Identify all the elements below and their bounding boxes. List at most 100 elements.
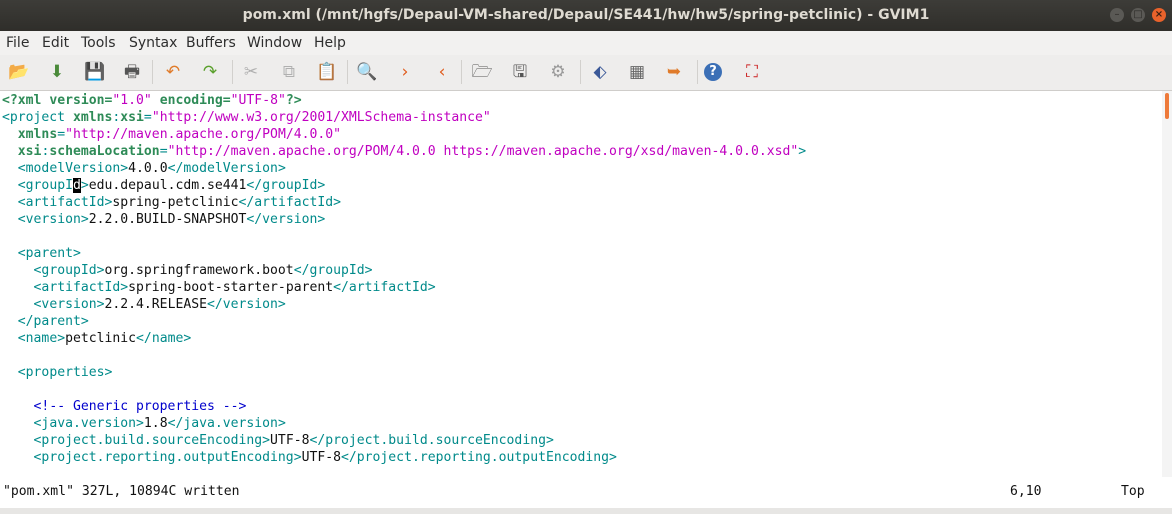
menu-window[interactable]: Window <box>247 35 302 51</box>
editor-text-area[interactable]: <?xml version="1.0" encoding="UTF-8"?> <p… <box>0 91 1162 477</box>
command-line[interactable]: "pom.xml" 327L, 10894C written 6,10 Top <box>0 477 1172 508</box>
undo-icon[interactable]: ↶ <box>162 61 184 83</box>
code-line: <groupId>edu.depaul.cdm.se441</groupId> <box>2 177 325 194</box>
toolbar-separator <box>461 60 462 84</box>
code-token: xmlns <box>17 127 58 142</box>
code-token: "1.0" <box>112 93 152 108</box>
code-token: = <box>222 93 231 108</box>
code-token: <!-- Generic properties --> <box>33 399 247 414</box>
status-message: "pom.xml" 327L, 10894C written <box>3 484 240 499</box>
code-token: UTF-8 <box>270 433 310 448</box>
code-token: <project.build.sourceEncoding> <box>33 433 271 448</box>
code-token: </artifactId> <box>238 195 342 210</box>
toolbar-separator <box>580 60 581 84</box>
vertical-scrollbar[interactable] <box>1162 91 1172 477</box>
code-token: petclinic <box>65 331 137 346</box>
menu-help[interactable]: Help <box>314 35 346 51</box>
menu-syntax[interactable]: Syntax <box>129 35 177 51</box>
code-token: </version> <box>246 212 326 227</box>
code-token: <parent> <box>17 246 81 261</box>
make-icon[interactable]: ⬖ <box>589 61 611 83</box>
code-token: version <box>49 93 105 108</box>
save-download-icon[interactable]: ⬇ <box>46 61 68 83</box>
menu-edit[interactable]: Edit <box>42 35 69 51</box>
copy-icon[interactable]: ⧉ <box>278 61 300 83</box>
scrollbar-thumb[interactable] <box>1165 93 1169 119</box>
code-token: </project.reporting.outputEncoding> <box>341 450 617 465</box>
code-line: <project.build.sourceEncoding>UTF-8</pro… <box>2 432 554 449</box>
open-icon[interactable]: 📂 <box>8 61 30 83</box>
build-tags-icon[interactable]: ▦ <box>626 61 648 83</box>
menu-bar: File Edit Tools Syntax Buffers Window He… <box>0 31 1172 55</box>
menu-file[interactable]: File <box>6 35 29 51</box>
find-prev-icon[interactable]: ‹ <box>431 61 453 83</box>
code-line: <groupId>org.springframework.boot</group… <box>2 262 373 279</box>
toolbar-separator <box>232 60 233 84</box>
code-line: <java.version>1.8</java.version> <box>2 415 286 432</box>
save-icon[interactable]: 💾 <box>84 61 106 83</box>
close-button[interactable]: × <box>1152 8 1166 22</box>
code-token: "http://www.w3.org/2001/XMLSchema-instan… <box>151 110 491 125</box>
redo-icon[interactable]: ↷ <box>199 61 221 83</box>
code-token: = <box>159 144 168 159</box>
code-token: "http://maven.apache.org/POM/4.0.0 https… <box>167 144 799 159</box>
code-line: <name>petclinic</name> <box>2 330 191 347</box>
code-token: <groupId> <box>33 263 105 278</box>
code-token: </parent> <box>17 314 89 329</box>
code-token: xmlns <box>72 110 113 125</box>
code-line: <artifactId>spring-petclinic</artifactId… <box>2 194 341 211</box>
code-token: = <box>143 110 152 125</box>
maximize-button[interactable]: □ <box>1131 8 1145 22</box>
window-bottom-edge <box>0 508 1172 514</box>
code-token: <artifactId> <box>17 195 113 210</box>
minimize-button[interactable]: – <box>1110 8 1124 22</box>
code-line: </parent> <box>2 313 89 330</box>
code-line: <!-- Generic properties --> <box>2 398 247 415</box>
run-script-icon[interactable]: ⚙ <box>547 61 569 83</box>
jump-tag-icon[interactable]: ➥ <box>663 61 685 83</box>
save-session-icon[interactable]: 🖫 <box>509 61 531 83</box>
code-token: xsi <box>120 110 144 125</box>
find-next-icon[interactable]: › <box>394 61 416 83</box>
code-token: </artifactId> <box>333 280 436 295</box>
find-help-icon[interactable]: ⛶ <box>741 61 763 83</box>
code-token: schemaLocation <box>49 144 160 159</box>
help-icon[interactable]: ? <box>704 63 722 81</box>
code-token: <project.reporting.outputEncoding> <box>33 450 302 465</box>
toolbar-separator <box>152 60 153 84</box>
code-token: <version> <box>33 297 105 312</box>
code-token: xsi <box>17 144 42 159</box>
code-token: </java.version> <box>167 416 286 431</box>
code-line: <modelVersion>4.0.0</modelVersion> <box>2 160 286 177</box>
find-replace-icon[interactable]: 🔍 <box>356 61 378 83</box>
code-token: <version> <box>17 212 89 227</box>
menu-buffers[interactable]: Buffers <box>186 35 236 51</box>
print-icon[interactable]: 🖶 <box>121 61 143 83</box>
code-line: <artifactId>spring-boot-starter-parent</… <box>2 279 436 296</box>
code-token: spring-petclinic <box>112 195 239 210</box>
load-session-icon[interactable]: 🗁 <box>471 61 493 83</box>
title-bar: pom.xml (/mnt/hgfs/Depaul-VM-shared/Depa… <box>0 0 1172 31</box>
code-token: </groupId> <box>293 263 373 278</box>
cut-icon[interactable]: ✂ <box>240 61 262 83</box>
code-token: 2.2.0.BUILD-SNAPSHOT <box>88 212 247 227</box>
code-token: > <box>80 178 89 193</box>
code-token: <artifactId> <box>33 280 129 295</box>
code-token: spring-boot-starter-parent <box>128 280 334 295</box>
code-token: </name> <box>136 331 192 346</box>
code-token: <java.version> <box>33 416 144 431</box>
menu-tools[interactable]: Tools <box>81 35 116 51</box>
paste-icon[interactable]: 📋 <box>316 61 338 83</box>
